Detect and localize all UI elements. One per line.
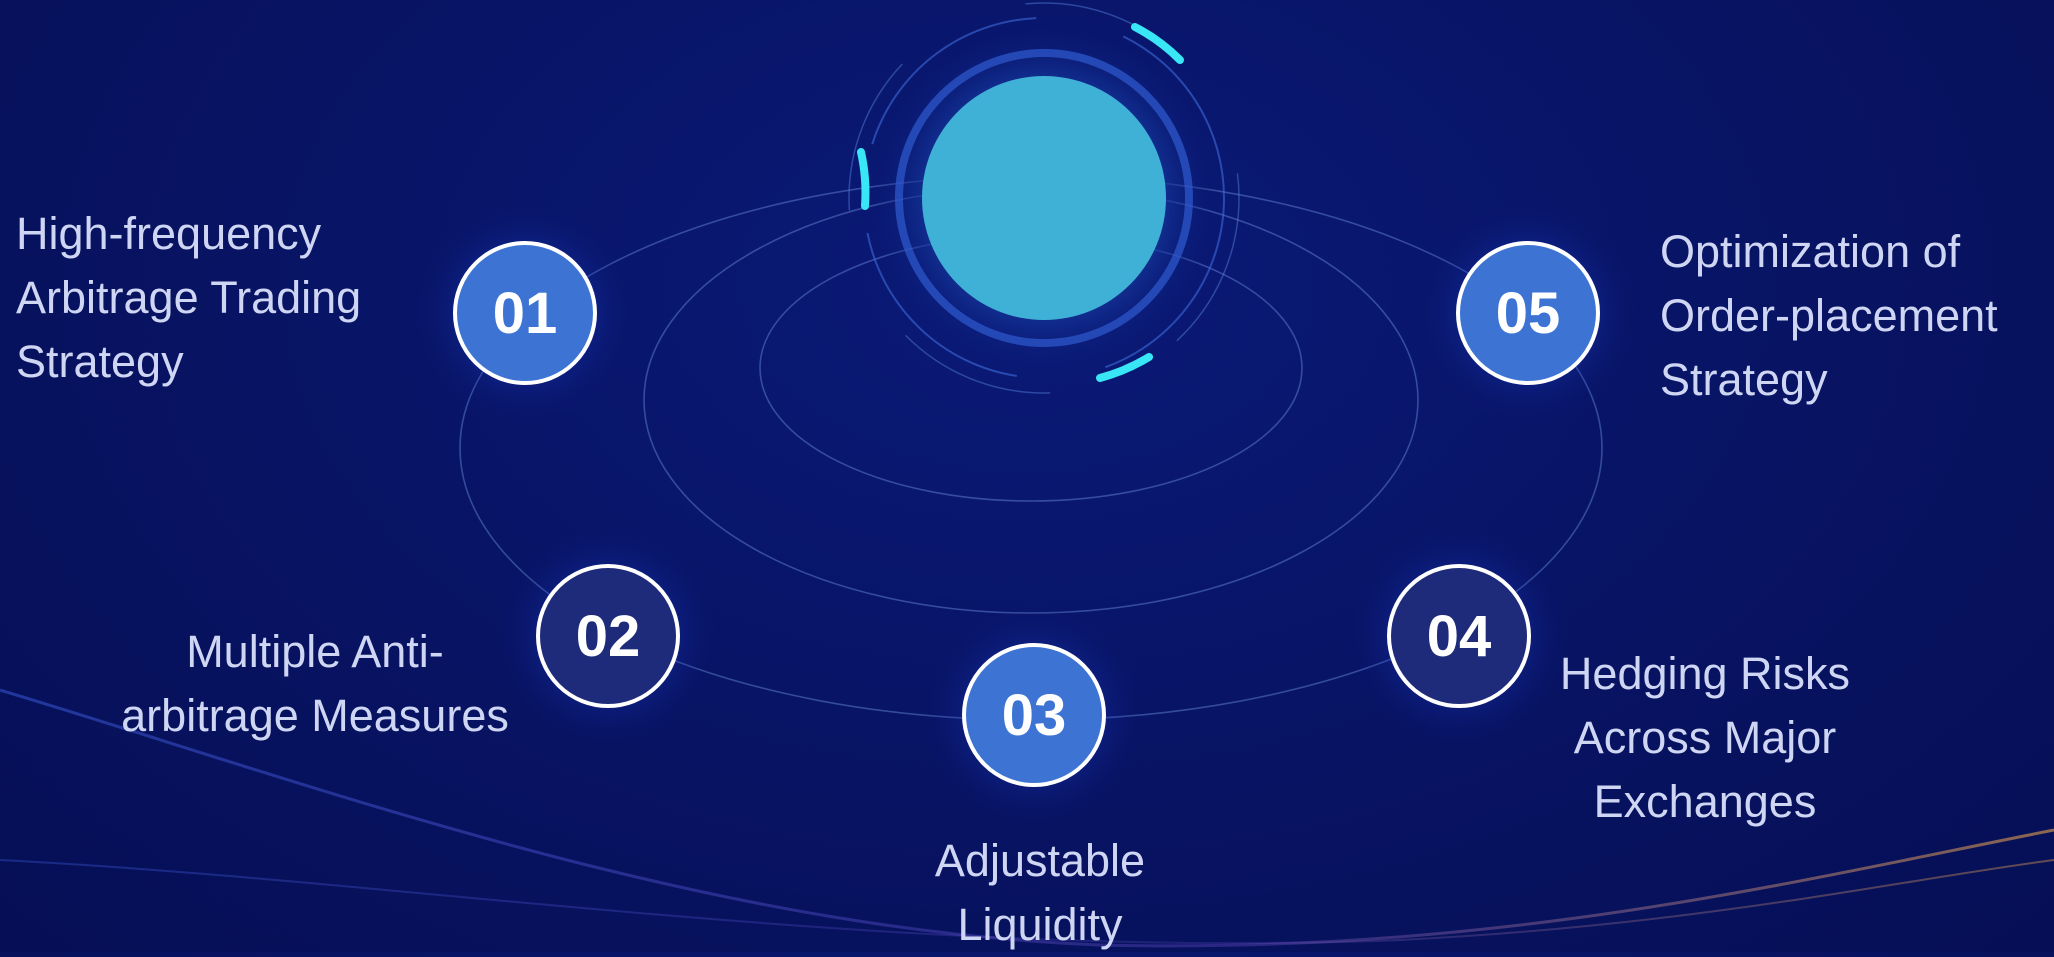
label-line: Adjustable [934,835,1146,886]
label-line: Optimization of [1660,226,1961,277]
accent-arc [1131,23,1184,64]
label-line: Hedging Risks [1559,648,1851,699]
node-05-label: Optimization of Order-placement Strategy [1660,220,1998,412]
node-number: 02 [576,604,641,669]
node-03-label: Adjustable Liquidity [840,829,1240,957]
label-line: Strategy [16,336,184,387]
label-line: Exchanges [1593,776,1817,827]
node-number: 03 [1002,683,1067,748]
label-line: Arbitrage Trading [16,272,362,323]
node-number: 04 [1427,604,1492,669]
node-03: 03 [924,605,1144,825]
label-line: High-frequency [16,208,322,259]
node-05: 05 [1418,203,1638,423]
label-line: Liquidity [957,899,1123,950]
label-line: Across Major [1573,712,1837,763]
label-line: Order-placement [1660,290,1998,341]
node-04-label: Hedging Risks Across Major Exchanges [1505,642,1905,834]
label-line: Multiple Anti- [186,626,444,677]
node-number: 01 [493,281,558,346]
label-line: Strategy [1660,354,1828,405]
node-01: 01 [415,203,635,423]
node-number: 05 [1496,281,1561,346]
label-line: arbitrage Measures [121,690,509,741]
node-02-label: Multiple Anti- arbitrage Measures [90,620,540,748]
node-01-label: High-frequency Arbitrage Trading Strateg… [16,202,361,394]
accent-arc [857,148,870,210]
center-core [922,76,1166,320]
center-orb [848,2,1240,394]
